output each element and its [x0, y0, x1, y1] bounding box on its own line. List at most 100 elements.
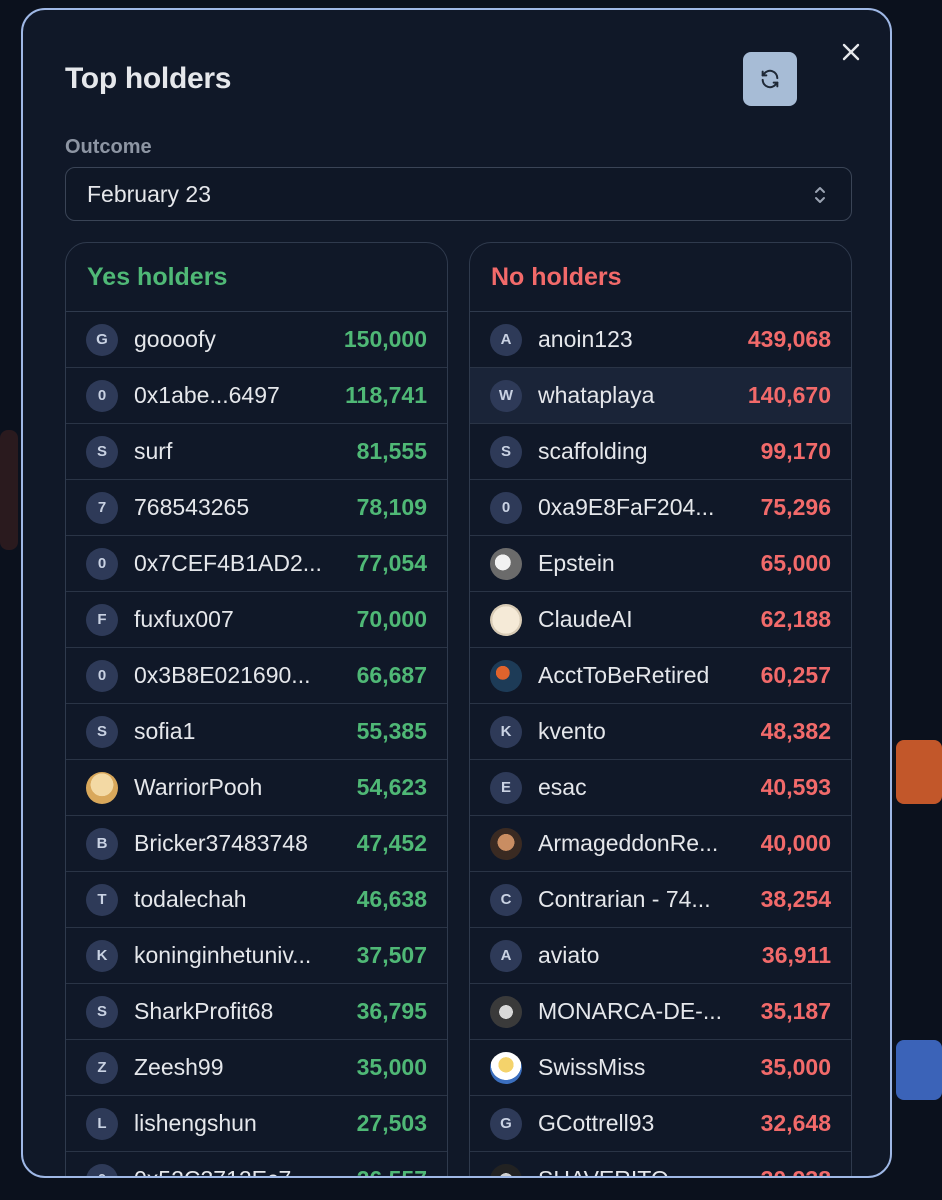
- refresh-icon: [761, 69, 779, 89]
- holder-amount: 40,000: [760, 830, 831, 856]
- holder-name[interactable]: 0x3B8E021690...: [134, 662, 347, 689]
- outcome-selected-value: February 23: [87, 180, 212, 207]
- avatar: [490, 659, 522, 692]
- holder-row[interactable]: Kkvento 48,382: [470, 704, 851, 760]
- backdrop-panel: [0, 430, 18, 550]
- holder-row[interactable]: SwissMiss 35,000: [470, 1040, 851, 1096]
- holder-name[interactable]: Contrarian - 74...: [538, 886, 751, 913]
- holder-name[interactable]: kvento: [538, 718, 751, 745]
- holder-row[interactable]: Ttodalechah 46,638: [66, 872, 447, 928]
- holder-row[interactable]: Ggoooofy 150,000: [66, 312, 447, 368]
- holder-row[interactable]: Aanoin123 439,068: [470, 312, 851, 368]
- holder-name[interactable]: surf: [134, 438, 347, 465]
- holder-name[interactable]: Bricker37483748: [134, 830, 347, 857]
- chevron-up-down-icon: [815, 187, 825, 203]
- holder-name[interactable]: fuxfux007: [134, 606, 347, 633]
- holder-row[interactable]: Ffuxfux007 70,000: [66, 592, 447, 648]
- avatar: [86, 771, 118, 804]
- holder-name[interactable]: MONARCA-DE-...: [538, 998, 751, 1025]
- close-icon: [842, 43, 860, 61]
- holder-amount: 38,254: [760, 886, 831, 912]
- holder-name[interactable]: ClaudeAI: [538, 606, 751, 633]
- holder-row[interactable]: 0 0x1abe...6497 118,741: [66, 368, 447, 424]
- holder-name[interactable]: WarriorPooh: [134, 774, 347, 801]
- holder-amount: 46,638: [356, 886, 427, 912]
- holder-row[interactable]: Ssofia1 55,385: [66, 704, 447, 760]
- avatar: F: [86, 603, 118, 636]
- avatar: 0: [86, 1163, 118, 1176]
- holder-amount: 35,000: [760, 1054, 831, 1080]
- holder-row[interactable]: WarriorPooh 54,623: [66, 760, 447, 816]
- holder-name[interactable]: aviato: [538, 942, 752, 969]
- holder-name[interactable]: koninginhetuniv...: [134, 942, 347, 969]
- holder-name[interactable]: lishengshun: [134, 1110, 347, 1137]
- holder-row[interactable]: SHAVERITO 30,938: [470, 1152, 851, 1176]
- holder-row[interactable]: Wwhataplaya 140,670: [470, 368, 851, 424]
- holder-row[interactable]: Z Zeesh99 35,000: [66, 1040, 447, 1096]
- avatar: [490, 547, 522, 580]
- holder-name[interactable]: whataplaya: [538, 382, 738, 409]
- holder-name[interactable]: 0x7CEF4B1AD2...: [134, 550, 347, 577]
- holder-row[interactable]: 0 0x52C3712Ec7... 26,557: [66, 1152, 447, 1176]
- close-button[interactable]: [835, 36, 867, 68]
- holder-row[interactable]: AcctToBeRetired 60,257: [470, 648, 851, 704]
- holder-name[interactable]: scaffolding: [538, 438, 751, 465]
- holder-row[interactable]: Sscaffolding 99,170: [470, 424, 851, 480]
- holder-name[interactable]: 0x1abe...6497: [134, 382, 335, 409]
- holder-row[interactable]: Epstein 65,000: [470, 536, 851, 592]
- holder-name[interactable]: anoin123: [538, 326, 738, 353]
- modal-title: Top holders: [65, 62, 232, 95]
- holder-row[interactable]: S SharkProfit68 36,795: [66, 984, 447, 1040]
- holder-row[interactable]: G GCottrell93 32,648: [470, 1096, 851, 1152]
- avatar: [490, 603, 522, 636]
- holder-row[interactable]: 0 0xa9E8FaF204... 75,296: [470, 480, 851, 536]
- avatar: [490, 1051, 522, 1084]
- holder-row[interactable]: Eesac 40,593: [470, 760, 851, 816]
- holder-row[interactable]: Ssurf 81,555: [66, 424, 447, 480]
- holder-amount: 99,170: [760, 438, 831, 464]
- holder-row[interactable]: MONARCA-DE-... 35,187: [470, 984, 851, 1040]
- holder-name[interactable]: goooofy: [134, 326, 334, 353]
- holder-amount: 48,382: [760, 718, 831, 744]
- holder-name[interactable]: SharkProfit68: [134, 998, 347, 1025]
- holder-name[interactable]: esac: [538, 774, 751, 801]
- holder-row[interactable]: Kkoninginhetuniv... 37,507: [66, 928, 447, 984]
- holder-name[interactable]: 0x52C3712Ec7...: [134, 1166, 347, 1176]
- holder-name[interactable]: GCottrell93: [538, 1110, 751, 1137]
- no-holders-title: No holders: [470, 243, 851, 312]
- holder-row[interactable]: 0 0x3B8E021690... 66,687: [66, 648, 447, 704]
- holder-name[interactable]: 0xa9E8FaF204...: [538, 494, 751, 521]
- holder-row[interactable]: ArmageddonRe... 40,000: [470, 816, 851, 872]
- holder-name[interactable]: 768543265: [134, 494, 347, 521]
- holder-name[interactable]: AcctToBeRetired: [538, 662, 751, 689]
- holder-name[interactable]: SwissMiss: [538, 1054, 751, 1081]
- holder-row[interactable]: Aaviato 36,911: [470, 928, 851, 984]
- avatar: K: [490, 715, 522, 748]
- avatar: S: [86, 995, 118, 1028]
- holder-row[interactable]: Llishengshun 27,503: [66, 1096, 447, 1152]
- holder-row[interactable]: ClaudeAI 62,188: [470, 592, 851, 648]
- avatar: C: [490, 883, 522, 916]
- holder-name[interactable]: sofia1: [134, 718, 347, 745]
- holder-name[interactable]: ArmageddonRe...: [538, 830, 751, 857]
- holder-row[interactable]: C Contrarian - 74... 38,254: [470, 872, 851, 928]
- outcome-select[interactable]: February 23: [65, 167, 852, 221]
- holder-amount: 36,911: [761, 942, 831, 968]
- holder-name[interactable]: Epstein: [538, 550, 751, 577]
- holder-name[interactable]: Zeesh99: [134, 1054, 347, 1081]
- holder-row[interactable]: 7 768543265 78,109: [66, 480, 447, 536]
- holder-amount: 150,000: [343, 326, 427, 352]
- holder-row[interactable]: B Bricker37483748 47,452: [66, 816, 447, 872]
- holder-row[interactable]: 0 0x7CEF4B1AD2... 77,054: [66, 536, 447, 592]
- holder-amount: 30,938: [761, 1166, 831, 1176]
- yes-holders-title: Yes holders: [66, 243, 447, 312]
- holder-amount: 65,000: [760, 550, 831, 576]
- holder-name[interactable]: todalechah: [134, 886, 347, 913]
- holder-amount: 26,557: [357, 1166, 427, 1176]
- avatar: [490, 1163, 522, 1176]
- refresh-button[interactable]: [743, 52, 797, 106]
- holder-amount: 140,670: [747, 382, 831, 408]
- top-holders-modal: Top holders Outcome February 23 Yes hold…: [21, 8, 892, 1178]
- avatar: B: [86, 827, 118, 860]
- holder-name[interactable]: SHAVERITO: [538, 1166, 751, 1176]
